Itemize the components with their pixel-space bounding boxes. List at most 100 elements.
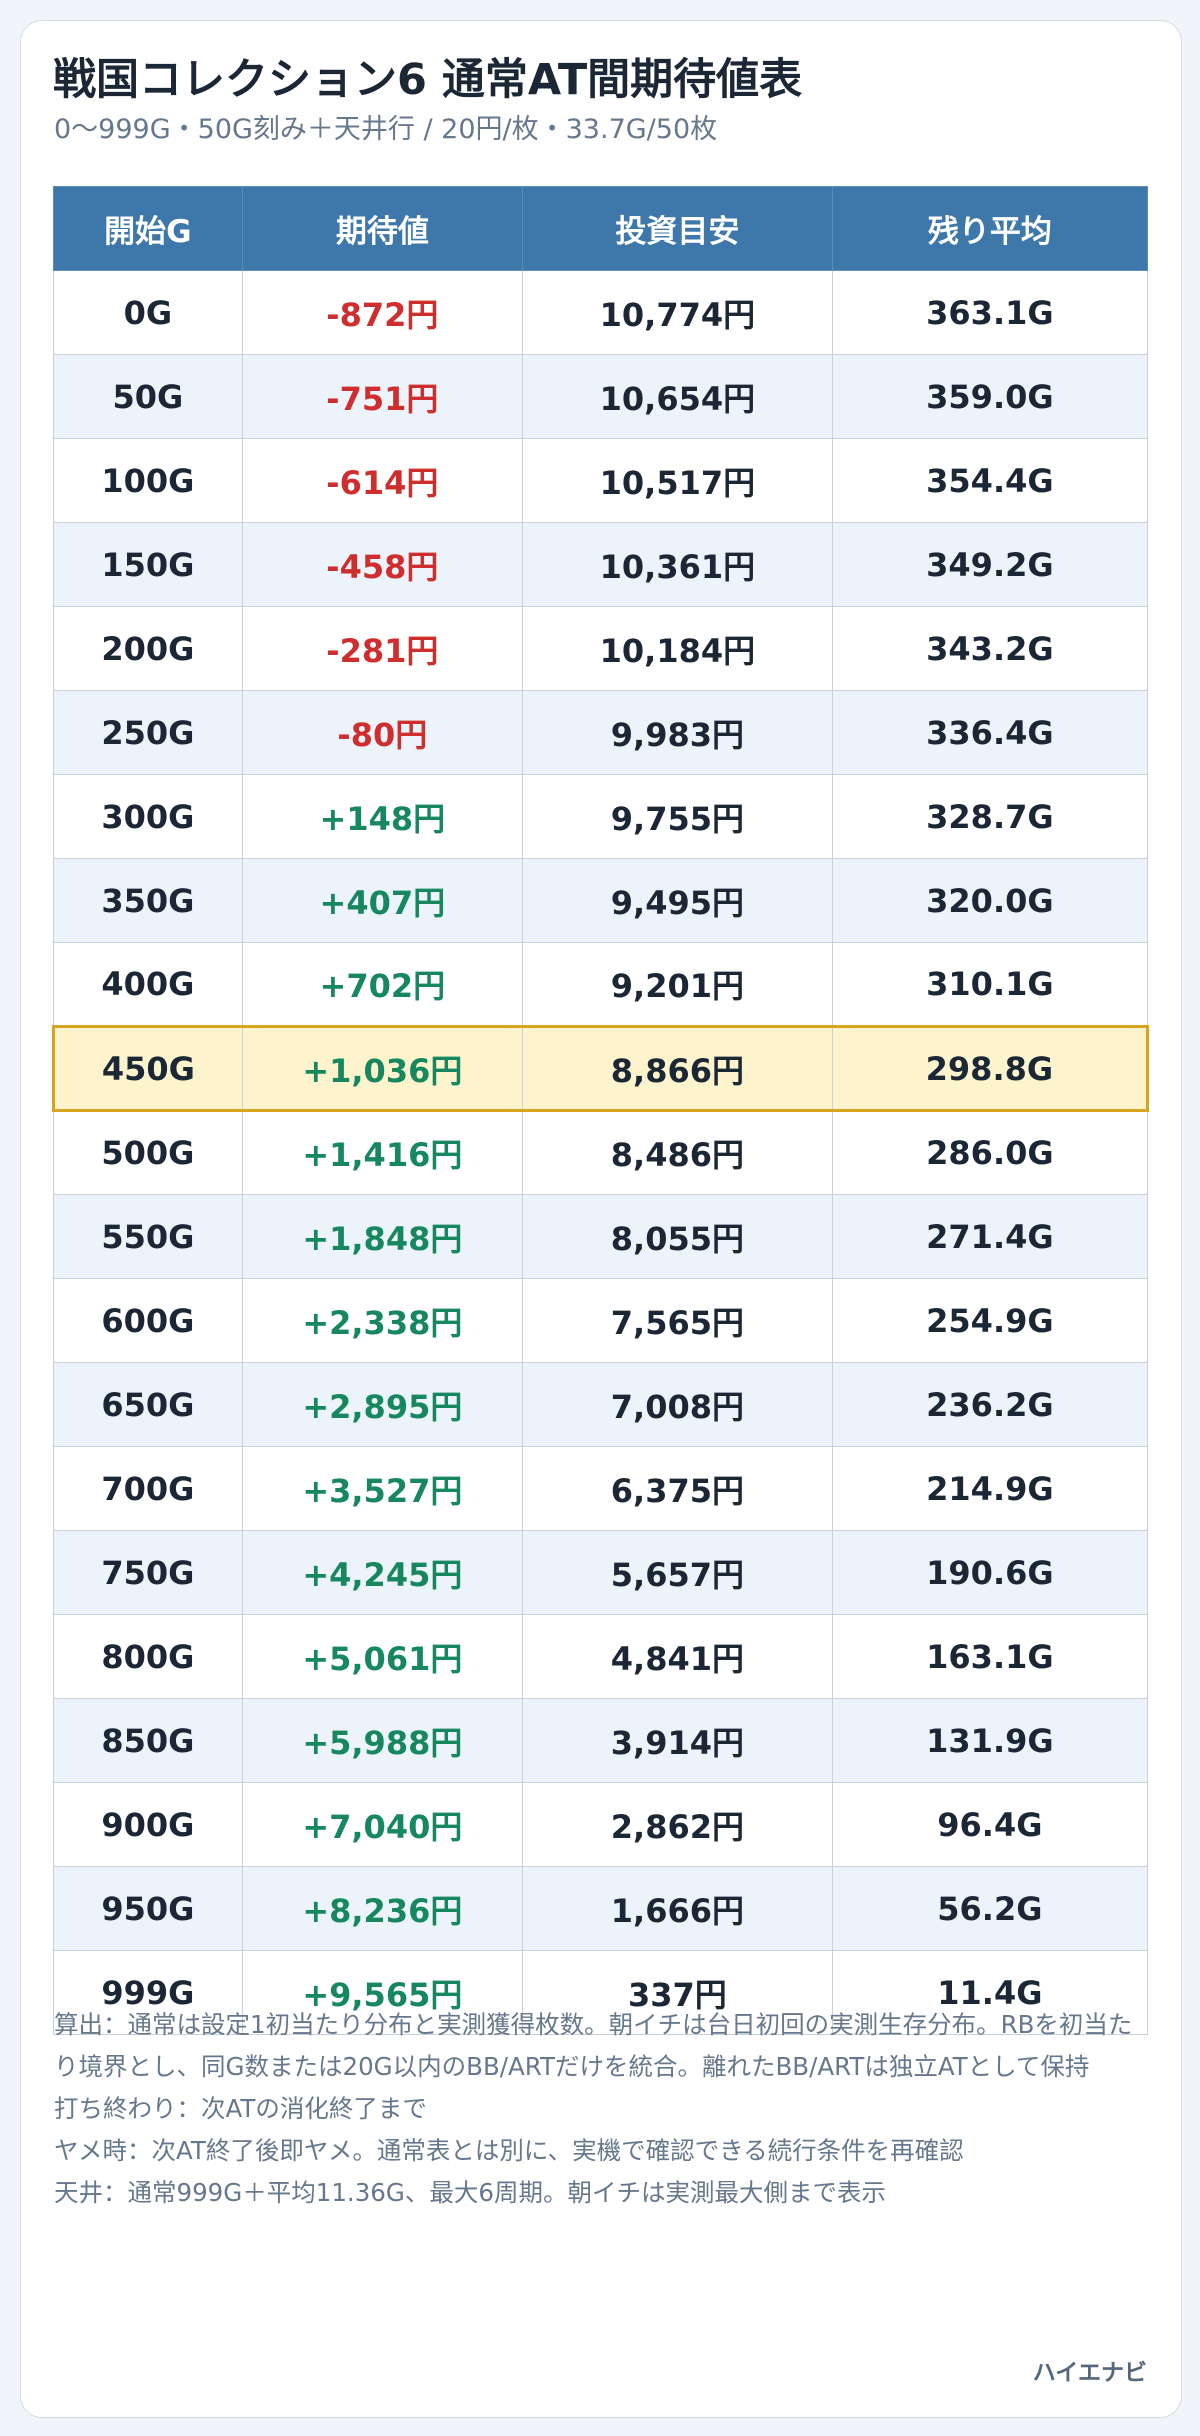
cell-remaining: 320.0G <box>831 858 1149 943</box>
table-row: 900G +7,040円 2,862円 96.4G <box>53 1782 1149 1867</box>
table-header-row: 開始G 期待値 投資目安 残り平均 <box>53 186 1149 271</box>
cell-remaining: 214.9G <box>831 1446 1149 1531</box>
page-title: 戦国コレクション6 通常AT間期待値表 <box>53 55 803 105</box>
cell-investment: 8,866円 <box>522 1025 833 1112</box>
cell-expected-value: +2,338円 <box>241 1278 524 1363</box>
page-subtitle: 0〜999G・50G刻み＋天井行 / 20円/枚・33.7G/50枚 <box>54 114 718 145</box>
cell-expected-value: +3,527円 <box>241 1446 524 1531</box>
cell-remaining: 328.7G <box>831 774 1149 859</box>
table-row: 550G +1,848円 8,055円 271.4G <box>53 1194 1149 1279</box>
cell-expected-value: -458円 <box>241 522 524 607</box>
cell-start: 700G <box>53 1446 243 1531</box>
cell-investment: 2,862円 <box>522 1782 833 1867</box>
cell-investment: 3,914円 <box>522 1698 833 1783</box>
table-row: 300G +148円 9,755円 328.7G <box>53 774 1149 859</box>
cell-start: 850G <box>53 1698 243 1783</box>
cell-expected-value: -614円 <box>241 438 524 523</box>
table-row: 0G -872円 10,774円 363.1G <box>53 270 1149 355</box>
cell-expected-value: -751円 <box>241 354 524 439</box>
cell-start: 800G <box>53 1614 243 1699</box>
note-end: 打ち終わり：次ATの消化終了まで <box>54 2094 427 2123</box>
cell-expected-value: +5,061円 <box>241 1614 524 1699</box>
cell-remaining: 96.4G <box>831 1782 1149 1867</box>
note-quit: ヤメ時：次AT終了後即ヤメ。通常表とは別に、実機で確認できる続行条件を再確認 <box>54 2136 964 2165</box>
cell-start: 400G <box>53 942 243 1027</box>
table-header: 開始G 期待値 投資目安 残り平均 <box>53 186 1149 271</box>
cell-start: 100G <box>53 438 243 523</box>
cell-remaining: 254.9G <box>831 1278 1149 1363</box>
cell-expected-value: +4,245円 <box>241 1530 524 1615</box>
cell-remaining: 336.4G <box>831 690 1149 775</box>
note-ceiling: 天井：通常999G＋平均11.36G、最大6周期。朝イチは実測最大側まで表示 <box>54 2178 886 2207</box>
cell-expected-value: +2,895円 <box>241 1362 524 1447</box>
expected-value-table: 開始G 期待値 投資目安 残り平均 0G -872円 10,774円 363.1G 50… <box>52 186 1150 2035</box>
cell-remaining: 298.8G <box>831 1025 1150 1112</box>
table-row: 700G +3,527円 6,375円 214.9G <box>53 1446 1149 1531</box>
cell-start: 550G <box>53 1194 243 1279</box>
cell-remaining: 236.2G <box>831 1362 1149 1447</box>
cell-expected-value: +8,236円 <box>241 1866 524 1951</box>
cell-start: 50G <box>53 354 243 439</box>
cell-start: 450G <box>52 1025 243 1112</box>
table-row: 950G +8,236円 1,666円 56.2G <box>53 1866 1149 1951</box>
cell-investment: 7,565円 <box>522 1278 833 1363</box>
cell-investment: 10,361円 <box>522 522 833 607</box>
column-header-start: 開始G <box>53 186 243 271</box>
table-row: 600G +2,338円 7,565円 254.9G <box>53 1278 1149 1363</box>
table-row: 800G +5,061円 4,841円 163.1G <box>53 1614 1149 1699</box>
table-row: 50G -751円 10,654円 359.0G <box>53 354 1149 439</box>
cell-investment: 8,486円 <box>522 1110 833 1195</box>
cell-start: 150G <box>53 522 243 607</box>
column-header-expected-value: 期待値 <box>241 186 524 271</box>
cell-start: 500G <box>53 1110 243 1195</box>
table-row: 200G -281円 10,184円 343.2G <box>53 606 1149 691</box>
cell-investment: 5,657円 <box>522 1530 833 1615</box>
cell-remaining: 163.1G <box>831 1614 1149 1699</box>
column-header-investment: 投資目安 <box>522 186 833 271</box>
cell-investment: 10,517円 <box>522 438 833 523</box>
cell-start: 200G <box>53 606 243 691</box>
table-row: 450G +1,036円 8,866円 298.8G <box>52 1025 1150 1112</box>
card: 戦国コレクション6 通常AT間期待値表 0〜999G・50G刻み＋天井行 / 2… <box>20 20 1182 2418</box>
table-row: 250G -80円 9,983円 336.4G <box>53 690 1149 775</box>
table-row: 100G -614円 10,517円 354.4G <box>53 438 1149 523</box>
cell-investment: 4,841円 <box>522 1614 833 1699</box>
cell-investment: 9,983円 <box>522 690 833 775</box>
notes: 算出：通常は設定1初当たり分布と実測獲得枚数。朝イチは台日初回の実測生存分布。R… <box>54 2004 1154 2214</box>
cell-start: 250G <box>53 690 243 775</box>
cell-investment: 1,666円 <box>522 1866 833 1951</box>
cell-investment: 7,008円 <box>522 1362 833 1447</box>
cell-expected-value: +1,416円 <box>241 1110 524 1195</box>
cell-expected-value: +407円 <box>241 858 524 943</box>
table-row: 500G +1,416円 8,486円 286.0G <box>53 1110 1149 1195</box>
cell-investment: 8,055円 <box>522 1194 833 1279</box>
cell-start: 300G <box>53 774 243 859</box>
column-header-remaining: 残り平均 <box>831 186 1149 271</box>
table-row: 750G +4,245円 5,657円 190.6G <box>53 1530 1149 1615</box>
cell-expected-value: +5,988円 <box>241 1698 524 1783</box>
table-row: 350G +407円 9,495円 320.0G <box>53 858 1149 943</box>
cell-remaining: 271.4G <box>831 1194 1149 1279</box>
cell-investment: 6,375円 <box>522 1446 833 1531</box>
brand-logo: ハイエナビ <box>1032 2360 1147 2386</box>
cell-start: 0G <box>53 270 243 355</box>
table-row: 150G -458円 10,361円 349.2G <box>53 522 1149 607</box>
cell-investment: 10,184円 <box>522 606 833 691</box>
cell-expected-value: -872円 <box>241 270 524 355</box>
table-body: 0G -872円 10,774円 363.1G 50G -751円 10,654円 359.0… <box>52 270 1150 2035</box>
cell-remaining: 343.2G <box>831 606 1149 691</box>
table: 開始G 期待値 投資目安 残り平均 0G -872円 10,774円 363.1G 50… <box>52 186 1150 2035</box>
cell-expected-value: +1,848円 <box>241 1194 524 1279</box>
cell-remaining: 190.6G <box>831 1530 1149 1615</box>
table-row: 400G +702円 9,201円 310.1G <box>53 942 1149 1027</box>
cell-remaining: 131.9G <box>831 1698 1149 1783</box>
cell-remaining: 286.0G <box>831 1110 1149 1195</box>
cell-investment: 9,495円 <box>522 858 833 943</box>
cell-start: 350G <box>53 858 243 943</box>
table-row: 650G +2,895円 7,008円 236.2G <box>53 1362 1149 1447</box>
cell-investment: 9,755円 <box>522 774 833 859</box>
cell-expected-value: +148円 <box>241 774 524 859</box>
cell-expected-value: -281円 <box>241 606 524 691</box>
cell-remaining: 310.1G <box>831 942 1149 1027</box>
cell-start: 600G <box>53 1278 243 1363</box>
